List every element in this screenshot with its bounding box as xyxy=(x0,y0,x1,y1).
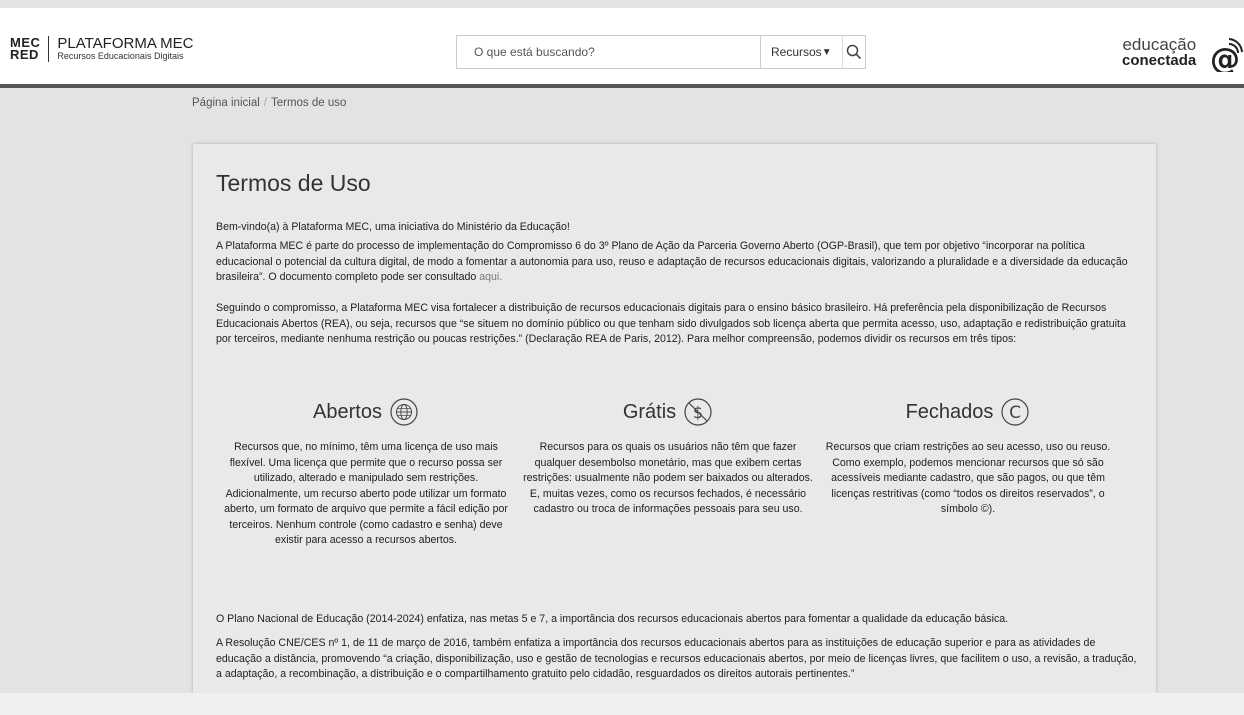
welcome-paragraph: Bem-vindo(a) à Plataforma MEC, uma inici… xyxy=(216,221,570,233)
type-gratis-title: Grátis xyxy=(622,400,677,423)
type-fechados-text: Recursos que criam restrições ao seu ace… xyxy=(825,441,1111,515)
search-input[interactable] xyxy=(457,36,760,68)
type-abertos: Abertos Recursos que, no mínimo, têm uma… xyxy=(221,396,511,549)
commitment-paragraph: Seguindo o compromisso, a Plataforma MEC… xyxy=(216,302,1126,345)
type-gratis: Grátis $ Recursos para os quais os usuár… xyxy=(523,396,813,518)
pne-paragraph: O Plano Nacional de Educação (2014-2024)… xyxy=(216,613,1009,625)
svg-text:C: C xyxy=(1009,403,1021,423)
page-footer-strip xyxy=(0,693,1244,715)
breadcrumb-current: Termos de uso xyxy=(270,97,347,109)
type-fechados: Fechados C Recursos que criam restrições… xyxy=(823,396,1113,518)
search-button[interactable] xyxy=(841,36,865,68)
breadcrumb-separator: / xyxy=(263,97,267,109)
search-category-select[interactable]: Recursos ▼ xyxy=(760,36,842,68)
type-fechados-title: Fechados xyxy=(905,400,994,423)
document-link[interactable]: aqui. xyxy=(479,271,502,283)
logo-subtitle: Recursos Educacionais Digitais xyxy=(57,51,184,61)
logo-title: PLATAFORMA MEC xyxy=(57,35,194,52)
no-dollar-icon: $ xyxy=(684,398,712,426)
type-abertos-text: Recursos que, no mínimo, têm uma licença… xyxy=(224,441,508,546)
breadcrumb-home-link[interactable]: Página inicial xyxy=(192,97,260,109)
intro-paragraph: A Plataforma MEC é parte do processo de … xyxy=(216,239,1141,286)
brand-line1: educação xyxy=(1122,35,1197,54)
at-wifi-icon: @ xyxy=(1210,38,1243,72)
logo-text: PLATAFORMA MEC Recursos Educacionais Dig… xyxy=(57,36,193,62)
site-logo[interactable]: MEC RED PLATAFORMA MEC Recursos Educacio… xyxy=(10,36,194,62)
caret-down-icon: ▼ xyxy=(821,46,832,58)
copyright-icon: C xyxy=(1001,398,1030,426)
educacao-conectada-brand[interactable]: educação conectada xyxy=(1122,35,1197,69)
header-divider xyxy=(0,84,1244,88)
logo-divider xyxy=(48,36,50,62)
page-title: Termos de Uso xyxy=(216,170,371,196)
logo-mark-bottom: RED xyxy=(10,47,39,62)
search-category-value: Recursos xyxy=(771,45,822,59)
type-abertos-title: Abertos xyxy=(313,400,382,423)
intro-paragraph-text: A Plataforma MEC é parte do processo de … xyxy=(216,240,1128,283)
terms-card: Termos de Uso Bem-vindo(a) à Plataforma … xyxy=(193,144,1156,704)
type-gratis-text: Recursos para os quais os usuários não t… xyxy=(523,441,813,515)
globe-icon xyxy=(390,398,418,426)
breadcrumb: Página inicial / Termos de uso xyxy=(192,97,346,109)
resolution-paragraph: A Resolução CNE/CES nº 1, de 11 de março… xyxy=(216,637,1137,680)
brand-line2: conectada xyxy=(1122,52,1197,69)
mec-red-logo-mark: MEC RED xyxy=(10,36,40,62)
search-bar: Recursos ▼ xyxy=(456,35,866,69)
search-icon xyxy=(846,44,861,60)
